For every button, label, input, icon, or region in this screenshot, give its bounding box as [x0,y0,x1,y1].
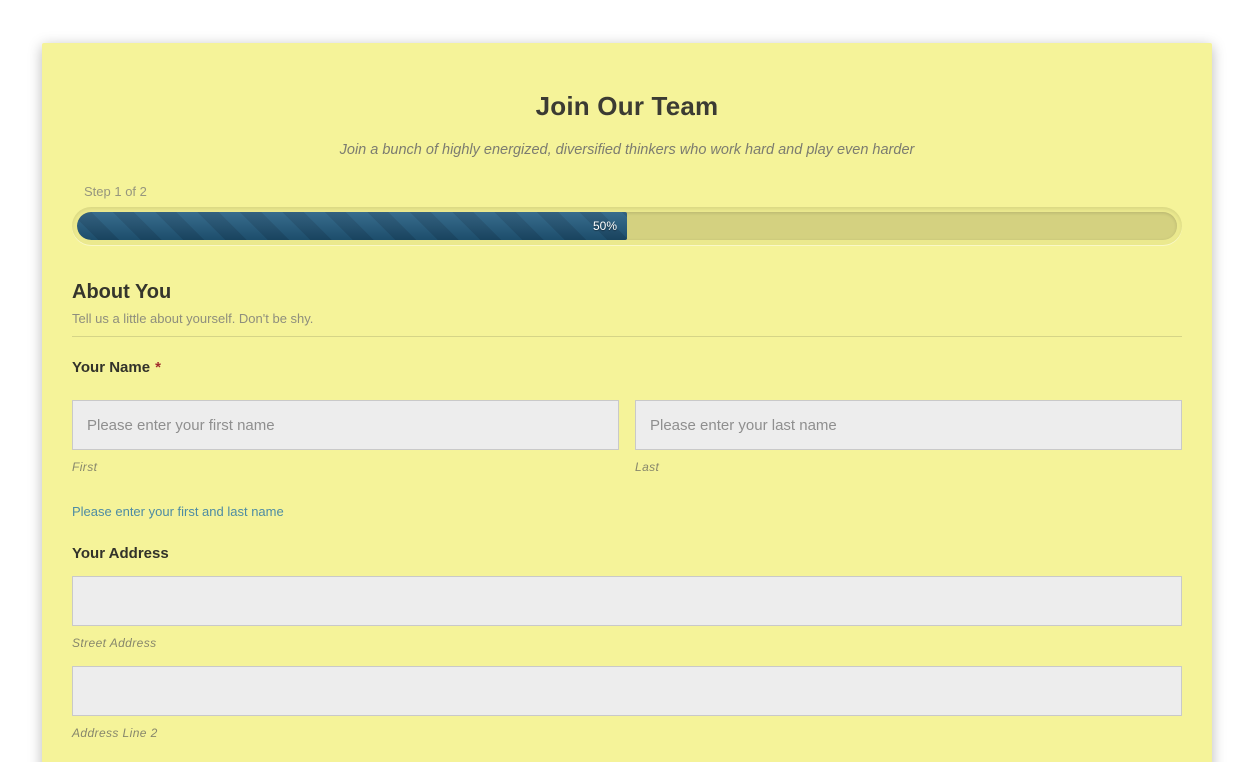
address-line2-input[interactable] [72,666,1182,716]
last-name-input[interactable] [635,400,1182,450]
progress-section: Step 1 of 2 50% [72,184,1182,245]
name-field-instruction: Please enter your first and last name [72,504,1182,519]
last-name-sublabel: Last [635,460,1182,474]
required-asterisk: * [155,359,161,376]
progress-bar-track-outer: 50% [72,207,1182,245]
progress-percent-label: 50% [593,219,617,233]
street-address-sublabel: Street Address [72,636,1182,650]
first-name-input[interactable] [72,400,619,450]
last-name-column: Last [635,400,1182,474]
section-divider [72,336,1182,337]
step-indicator: Step 1 of 2 [84,184,1182,199]
street-address-input[interactable] [72,576,1182,626]
first-name-column: First [72,400,619,474]
about-section-header: About You Tell us a little about yoursel… [72,281,1182,337]
name-fields-row: First Last [72,400,1182,474]
form-title: Join Our Team [72,43,1182,122]
section-title: About You [72,281,1182,304]
first-name-sublabel: First [72,460,619,474]
address-field-label: Your Address [72,545,1182,562]
progress-bar-fill: 50% [77,212,627,240]
form-subtitle: Join a bunch of highly energized, divers… [72,142,1182,158]
section-description: Tell us a little about yourself. Don't b… [72,311,1182,326]
form-card: Join Our Team Join a bunch of highly ene… [42,43,1212,762]
progress-bar-track: 50% [77,212,1177,240]
address-line2-sublabel: Address Line 2 [72,726,1182,740]
name-field-label: Your Name* [72,359,1182,376]
